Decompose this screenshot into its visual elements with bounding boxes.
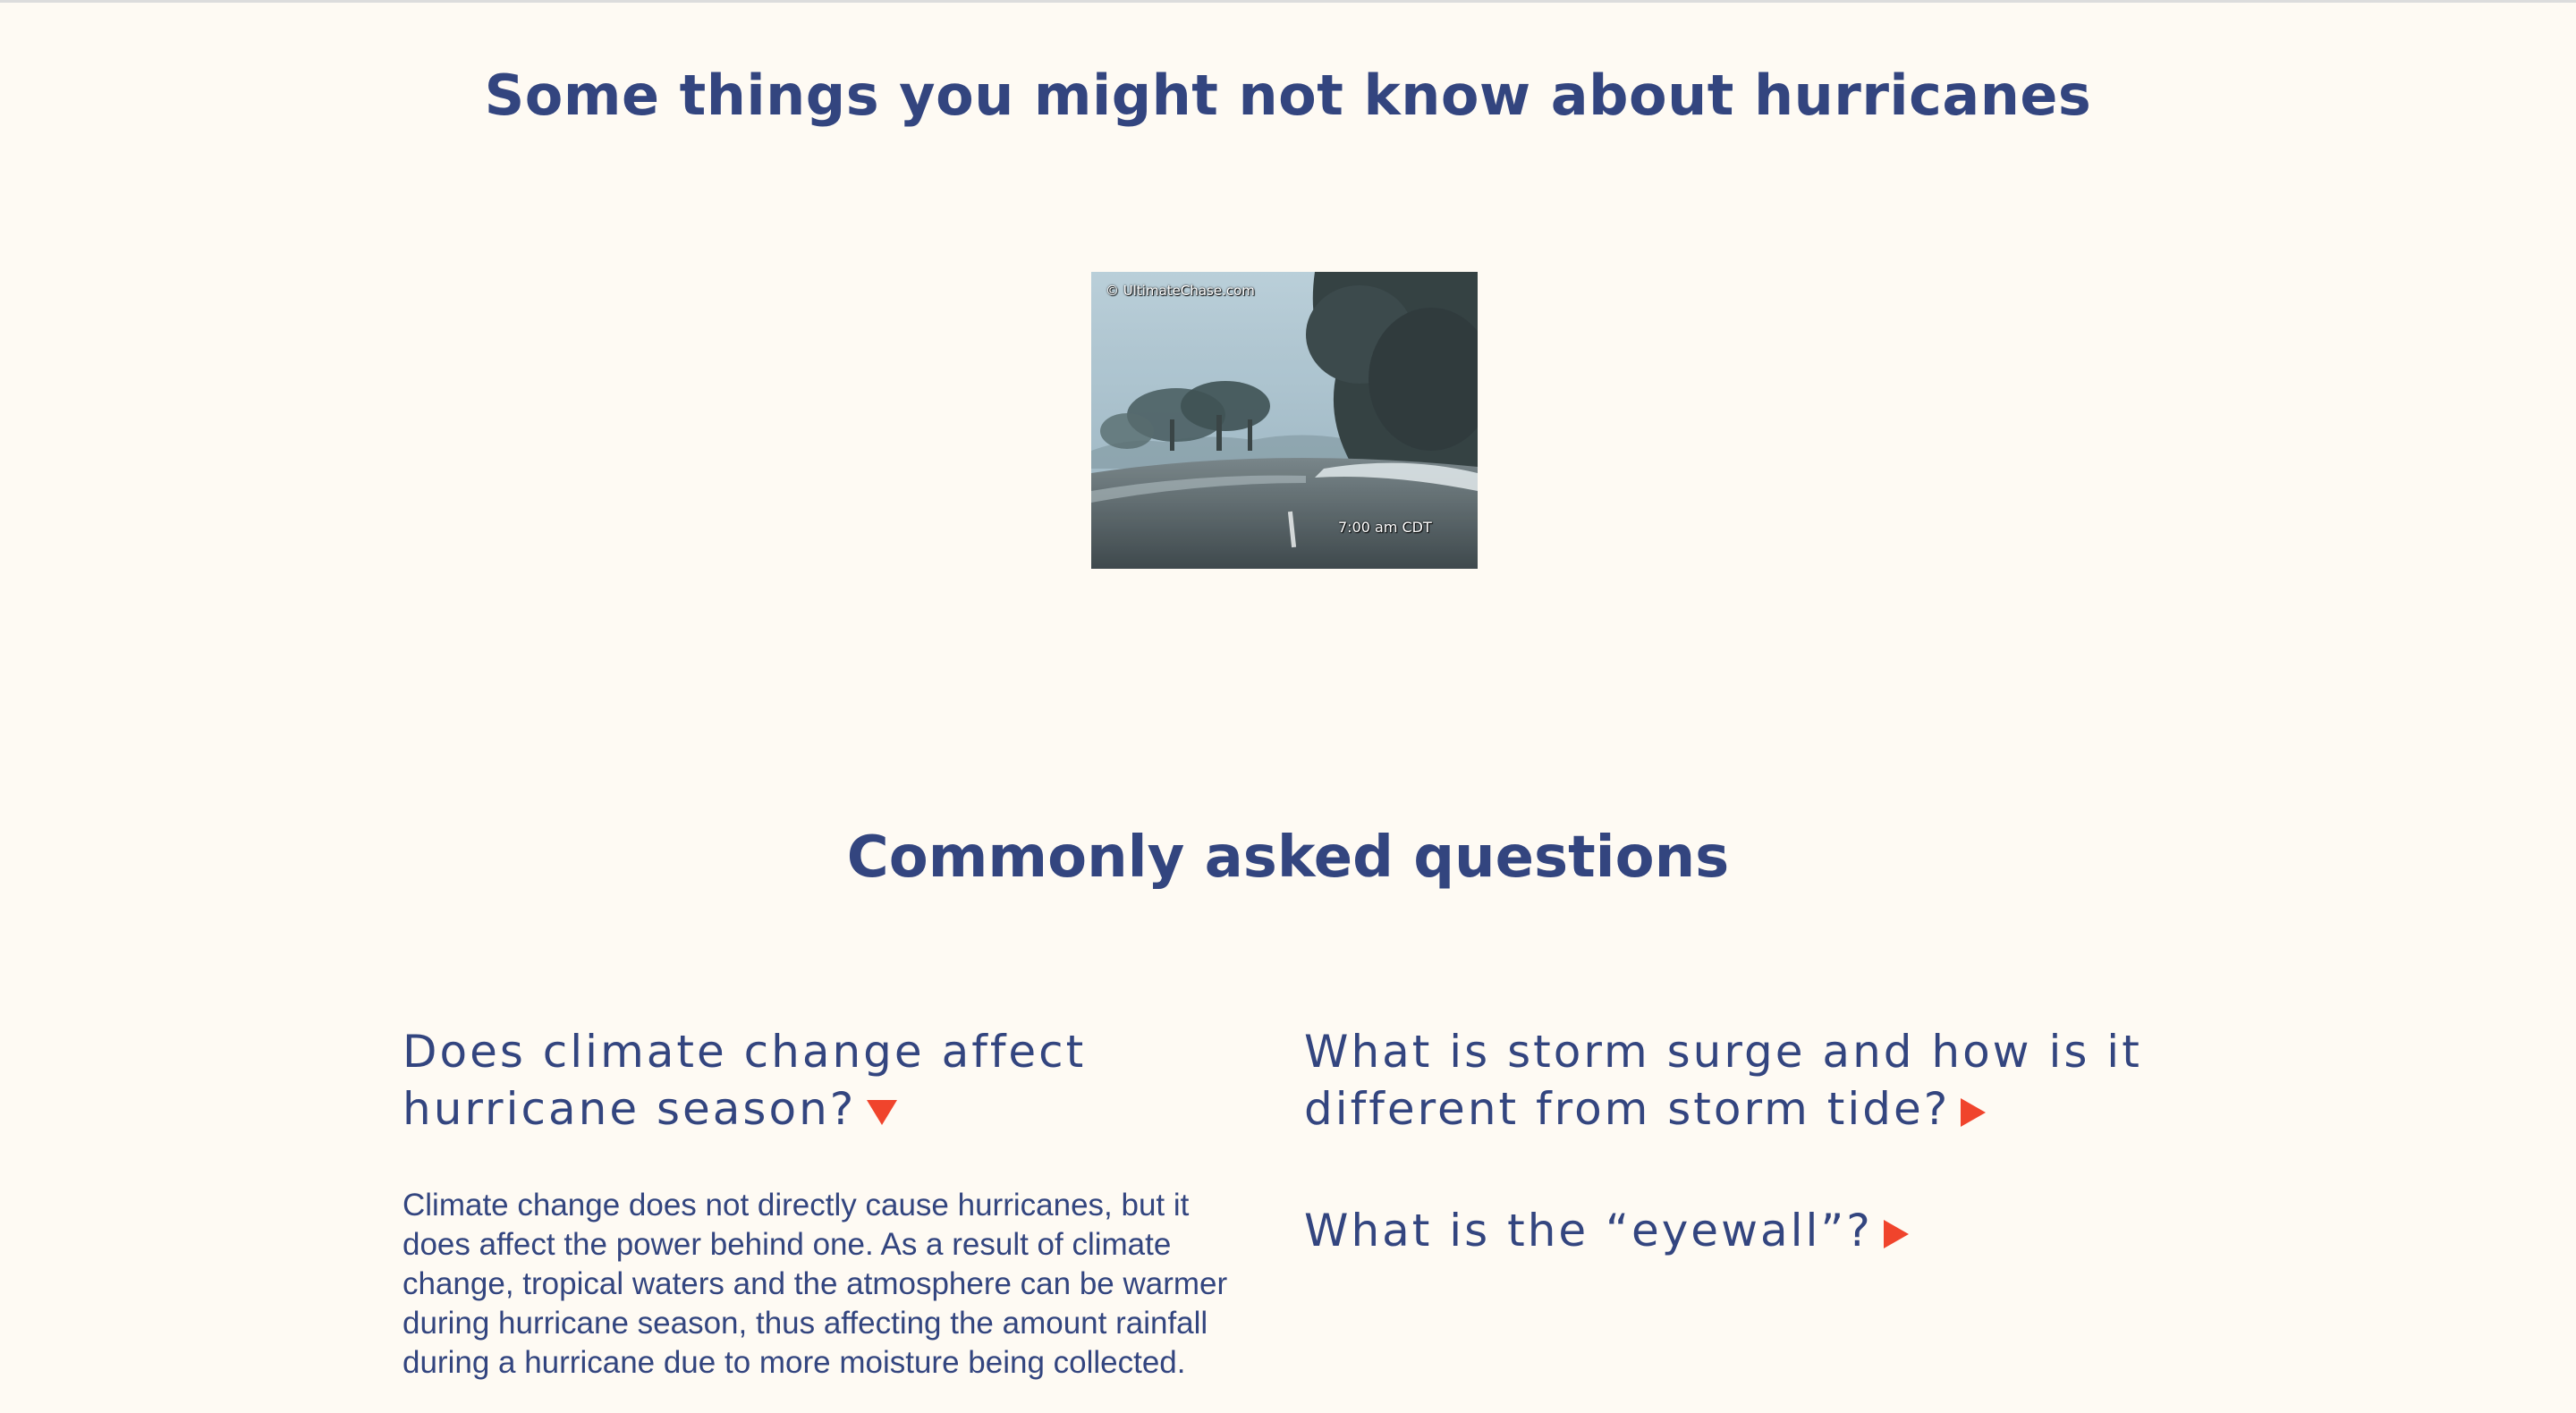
top-divider <box>0 0 2576 3</box>
faq-question-storm-surge[interactable]: What is storm surge and how is it differ… <box>1304 1023 2288 1138</box>
gif-watermark-text: © UltimateChase.com <box>1106 283 1255 299</box>
faq-question-climate-text: Does climate change affect hurricane sea… <box>402 1026 1087 1135</box>
gif-timestamp-text: 7:00 am CDT <box>1338 519 1432 536</box>
faq-answer-climate: Climate change does not directly cause h… <box>402 1188 1228 1380</box>
faq-question-storm-surge-text: What is storm surge and how is it differ… <box>1304 1026 2142 1135</box>
faq-question-climate[interactable]: Does climate change affect hurricane sea… <box>402 1023 1208 1138</box>
caret-down-icon[interactable] <box>867 1099 898 1125</box>
faq-question-eyewall-text: What is the “eyewall”? <box>1304 1205 1873 1256</box>
page-title: Some things you might not know about hur… <box>484 63 2092 128</box>
faq-section-title: Commonly asked questions <box>846 825 1730 891</box>
caret-right-icon[interactable] <box>1883 1219 1909 1248</box>
hurricane-gif: © UltimateChase.com 7:00 am CDT <box>1091 272 1478 569</box>
faq-question-eyewall[interactable]: What is the “eyewall”? <box>1304 1202 2288 1259</box>
caret-right-icon[interactable] <box>1961 1097 1987 1127</box>
